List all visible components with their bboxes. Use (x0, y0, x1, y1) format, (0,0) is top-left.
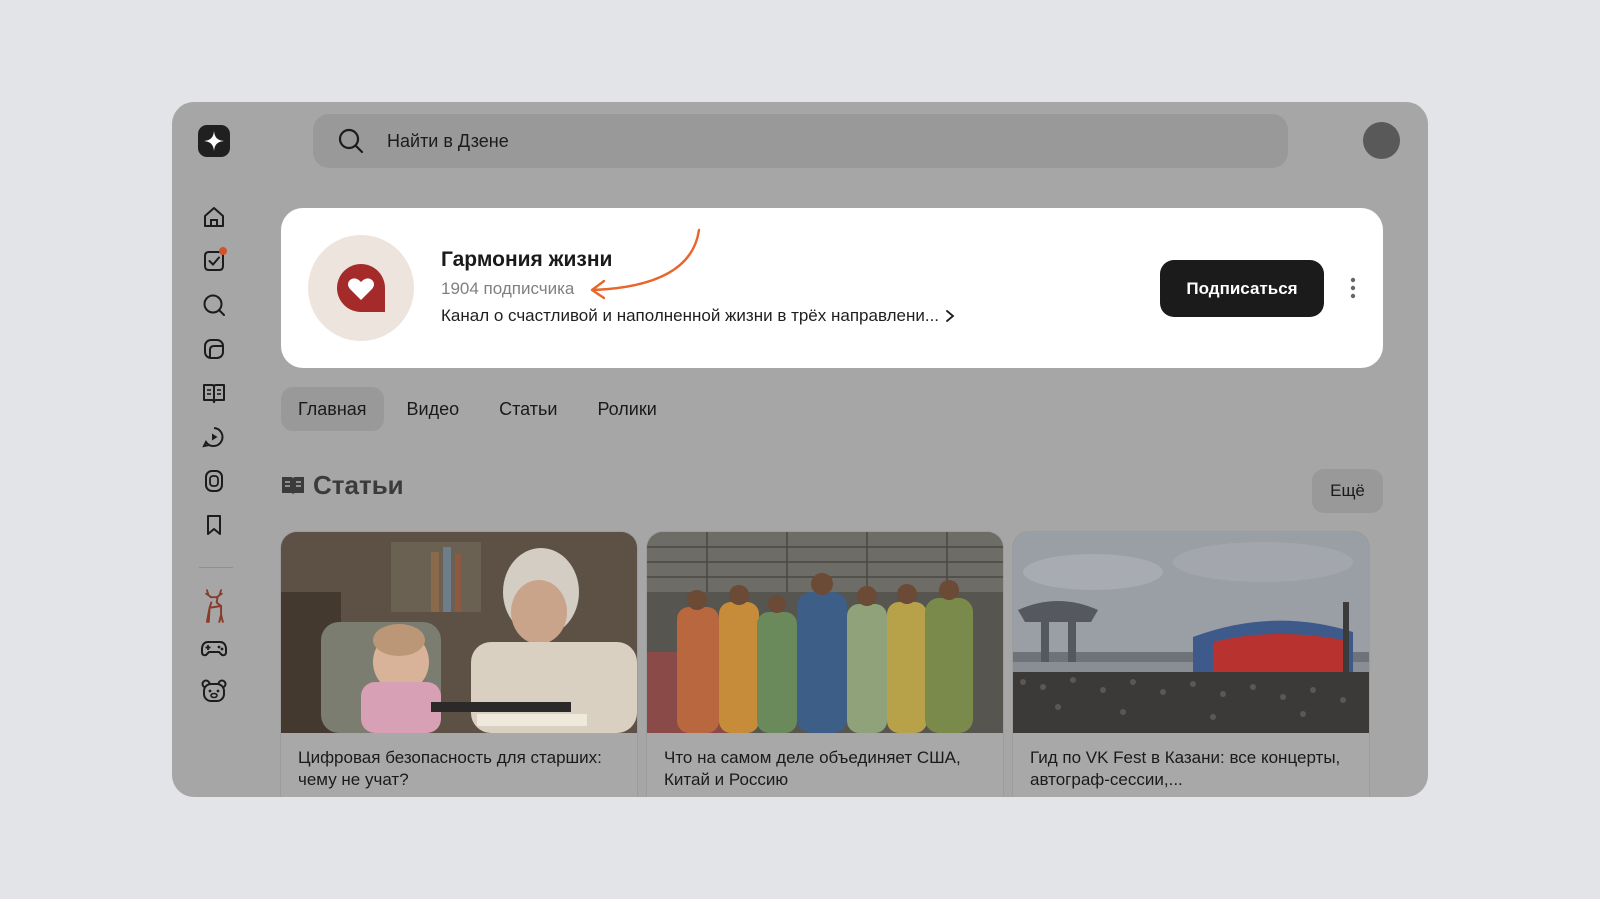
home-icon (204, 207, 224, 227)
article-image-vk-fest (1013, 532, 1369, 733)
channel-header-card: Гармония жизни 1904 подписчика Канал о с… (281, 208, 1383, 368)
sidebar-item-video[interactable] (199, 422, 229, 452)
article-title: Цифровая безопасность для старших: чему … (298, 748, 602, 789)
deer-icon (205, 589, 224, 623)
article-card[interactable]: Что на самом деле объединяет США, Китай … (647, 532, 1003, 797)
heart-logo-icon (337, 264, 385, 312)
tab-video[interactable]: Видео (390, 387, 477, 431)
search-bar[interactable] (313, 114, 1288, 168)
articles-icon (203, 384, 225, 403)
article-image-grandmother (281, 532, 637, 733)
shorts-icon (205, 470, 223, 492)
search-icon (338, 128, 364, 154)
article-image-women-group (647, 532, 1003, 733)
articles-icon (282, 476, 304, 495)
subscriber-count: 1904 подписчика (441, 279, 575, 298)
sidebar-item-home[interactable] (199, 202, 229, 232)
vertical-dots-icon (1350, 277, 1356, 299)
articles-section-header: Статьи (281, 470, 404, 501)
tab-main[interactable]: Главная (281, 387, 384, 431)
feed-icon (204, 339, 224, 359)
sidebar (172, 102, 262, 797)
sidebar-item-deer[interactable] (199, 587, 229, 625)
bookmark-icon (207, 515, 221, 535)
section-title: Статьи (313, 470, 404, 500)
bear-icon (201, 679, 227, 702)
video-icon (202, 427, 224, 448)
search-icon (203, 294, 225, 316)
chevron-right-icon (946, 310, 955, 322)
sidebar-item-articles[interactable] (199, 378, 229, 408)
sidebar-item-games[interactable] (199, 633, 229, 663)
tab-articles[interactable]: Статьи (482, 387, 574, 431)
channel-description-text: Канал о счастливой и наполненной жизни в… (441, 306, 940, 325)
channel-name[interactable]: Гармония жизни (441, 248, 612, 272)
gamepad-icon (201, 641, 227, 657)
sidebar-item-feed[interactable] (199, 334, 229, 364)
article-card[interactable]: Гид по VK Fest в Казани: все концерты, а… (1013, 532, 1369, 797)
sidebar-item-bookmarks[interactable] (199, 510, 229, 540)
more-articles-button[interactable]: Ещё (1312, 469, 1383, 513)
tab-shorts[interactable]: Ролики (580, 387, 673, 431)
notification-badge (219, 247, 227, 255)
channel-avatar[interactable] (308, 235, 414, 341)
article-card[interactable]: Цифровая безопасность для старших: чему … (281, 532, 637, 797)
article-title: Гид по VK Fest в Казани: все концерты, а… (1030, 748, 1341, 789)
sidebar-item-search[interactable] (199, 290, 229, 320)
sidebar-divider (199, 567, 233, 568)
sidebar-item-subscriptions[interactable] (199, 246, 229, 276)
sidebar-item-kids[interactable] (199, 676, 229, 706)
more-options-button[interactable] (1343, 274, 1363, 302)
app-window: Гармония жизни 1904 подписчика Канал о с… (172, 102, 1428, 797)
search-input[interactable] (387, 114, 1247, 168)
subscribe-button[interactable]: Подписаться (1160, 260, 1324, 317)
user-avatar[interactable] (1363, 122, 1400, 159)
article-title: Что на самом деле объединяет США, Китай … (664, 748, 961, 789)
channel-description[interactable]: Канал о счастливой и наполненной жизни в… (441, 306, 955, 326)
sidebar-item-shorts[interactable] (199, 466, 229, 496)
channel-tabs: Главная Видео Статьи Ролики (281, 387, 680, 431)
